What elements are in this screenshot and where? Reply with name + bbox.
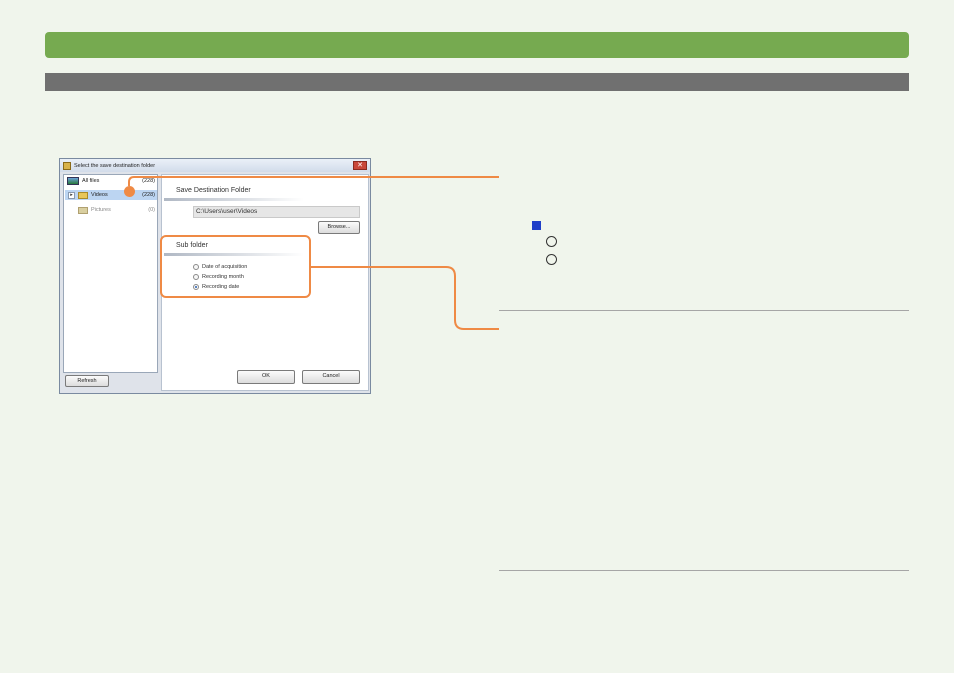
callout-leader-lines bbox=[128, 176, 499, 330]
leader-line-folder bbox=[128, 176, 499, 186]
divider bbox=[499, 570, 909, 571]
leader-line-subfolder bbox=[311, 266, 499, 330]
circle-icon bbox=[546, 236, 557, 247]
circle-icon bbox=[546, 254, 557, 265]
divider bbox=[499, 310, 909, 311]
bullet-square-icon bbox=[532, 221, 541, 230]
